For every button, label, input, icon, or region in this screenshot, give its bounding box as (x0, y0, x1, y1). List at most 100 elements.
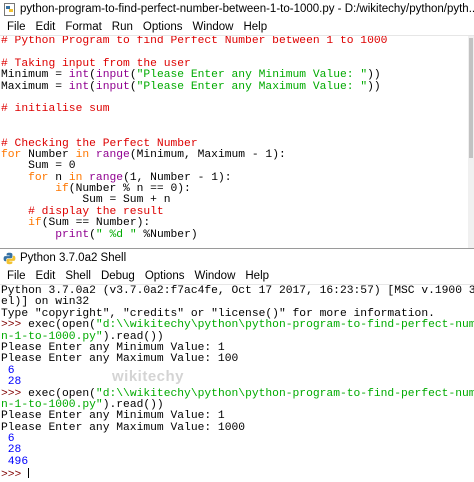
shell-code-token: "d:\\wikitechy\python\python-program-to-… (95, 319, 474, 332)
editor-title: python-program-to-find-perfect-number-be… (20, 3, 474, 15)
shell-code-token: >>> (1, 469, 29, 482)
editor-menu-file[interactable]: File (2, 21, 31, 33)
editor-code-token (89, 149, 96, 161)
shell-code-token: ).read()) (102, 398, 164, 411)
editor-code-line: print(" %d " %Number) (1, 228, 474, 241)
editor-code-line: # Python Program to find Perfect Number … (1, 36, 474, 47)
shell-code-line: 496 (1, 455, 474, 468)
shell-code-line: 28 (1, 445, 474, 456)
shell-code-token: Please Enter any Minimum Value: 1 (1, 410, 225, 423)
editor-code-token: )) (367, 69, 381, 82)
editor-code-token (1, 183, 55, 195)
editor-code-token: int (68, 80, 90, 93)
editor-code-token: in (75, 148, 90, 161)
editor-code-token: %Number) (136, 228, 198, 241)
editor-code-token (1, 229, 55, 241)
shell-code-token: 6 (1, 364, 15, 377)
editor-code-token: ( (129, 69, 137, 82)
shell-code-token: n-1-to-1000.py" (1, 398, 103, 411)
editor-scrollbar[interactable] (468, 36, 474, 248)
shell-code-token: "d:\\wikitechy\python\python-program-to-… (95, 387, 474, 400)
editor-code-token: # Checking the Perfect Number (1, 137, 198, 150)
editor-menu-run[interactable]: Run (107, 21, 138, 33)
shell-code-token: Please Enter any Minimum Value: 1 (1, 341, 225, 354)
shell-code-token: el)] on win32 (1, 296, 90, 309)
editor-code-token: input (95, 80, 130, 93)
editor-titlebar[interactable]: python-program-to-find-perfect-number-be… (0, 0, 474, 18)
editor-code-token: "Please Enter any Maximum Value: " (136, 80, 368, 93)
shell-window: Python 3.7.0a2 Shell File Edit Shell Debug O… (0, 249, 474, 482)
editor-menu-window[interactable]: Window (188, 21, 239, 33)
editor-code-token (1, 172, 28, 184)
shell-code-token: 496 (1, 455, 29, 468)
editor-scrollbar-thumb[interactable] (469, 38, 473, 158)
editor-code-token: if (55, 183, 69, 196)
text-cursor (28, 468, 30, 479)
shell-code-token: >>> (1, 319, 29, 332)
editor-menu-format[interactable]: Format (60, 21, 106, 33)
shell-menu-window[interactable]: Window (189, 270, 240, 282)
shell-titlebar[interactable]: Python 3.7.0a2 Shell (0, 249, 474, 267)
shell-code-token: Type "copyright", "credits" or "license(… (1, 307, 435, 320)
shell-code-token: 6 (1, 433, 15, 446)
shell-menubar: File Edit Shell Debug Options Window Help (0, 267, 474, 285)
editor-code-token: "Please Enter any Minimum Value: " (136, 69, 368, 82)
editor-code-token: n (48, 171, 69, 184)
editor-code-token: for (28, 171, 49, 184)
editor-code-token: in (68, 171, 83, 184)
editor-code-token: # initialise sum (1, 103, 110, 116)
shell-code-token: exec(open( (28, 319, 96, 332)
shell-code-token: exec(open( (28, 387, 96, 400)
editor-code-token: input (95, 69, 130, 82)
shell-code-token: Please Enter any Maximum Value: 100 (1, 353, 239, 366)
editor-code-token: )) (367, 80, 381, 93)
shell-code-token: 28 (1, 376, 22, 389)
shell-menu-shell[interactable]: Shell (60, 270, 96, 282)
editor-code-token: # Python Program to find Perfect Number … (1, 36, 388, 47)
shell-menu-options[interactable]: Options (140, 270, 190, 282)
editor-code-token: Sum = Sum + n (1, 194, 171, 207)
editor-code-token: for (1, 148, 22, 161)
editor-code-token (1, 217, 28, 229)
shell-menu-help[interactable]: Help (240, 270, 274, 282)
shell-code-line: 6 (1, 364, 474, 377)
editor-code-token: # display the result (1, 205, 164, 218)
editor-code-token: if (28, 217, 42, 230)
shell-menu-file[interactable]: File (2, 270, 31, 282)
shell-code-line: >>> (1, 468, 474, 482)
shell-code-line: Please Enter any Maximum Value: 100 (1, 354, 474, 365)
shell-code-token: ).read()) (102, 330, 164, 343)
editor-code-token: Number (21, 148, 76, 161)
editor-code-token: ( (129, 80, 137, 93)
editor-code-token: Maximum = (1, 80, 69, 93)
editor-code-token: # Taking input from the user (1, 57, 191, 70)
editor-code-line: Maximum = int(input("Please Enter any Ma… (1, 80, 474, 93)
editor-menubar: File Edit Format Run Options Window Help (0, 18, 474, 36)
editor-code-token: " %d " (95, 228, 137, 241)
editor-menu-help[interactable]: Help (238, 21, 272, 33)
shell-code-line: 6 (1, 433, 474, 446)
editor-code-token: int (68, 69, 90, 82)
python-logo-icon (3, 252, 16, 264)
editor-code-token: ( (89, 69, 96, 82)
editor-code-token: range (89, 171, 124, 184)
python-file-icon (4, 2, 15, 16)
shell-menu-edit[interactable]: Edit (31, 270, 61, 282)
shell-code-token: Please Enter any Maximum Value: 1000 (1, 421, 246, 434)
shell-menu-debug[interactable]: Debug (96, 270, 140, 282)
editor-code-token: (1, Number - 1): (123, 171, 232, 184)
shell-title: Python 3.7.0a2 Shell (20, 252, 127, 264)
editor-menu-options[interactable]: Options (138, 21, 188, 33)
editor-code-line: # initialise sum (1, 104, 474, 115)
shell-output-area[interactable]: Python 3.7.0a2 (v3.7.0a2:f7ac4fe, Oct 17… (0, 285, 474, 482)
editor-code-area[interactable]: # Python Program to find Perfect Number … (0, 36, 474, 248)
shell-code-token: n-1-to-1000.py" (1, 330, 103, 343)
editor-code-line (1, 116, 474, 127)
editor-window: python-program-to-find-perfect-number-be… (0, 0, 474, 249)
shell-code-token: Python 3.7.0a2 (v3.7.0a2:f7ac4fe, Oct 17… (1, 285, 474, 297)
shell-code-token: 28 (1, 444, 22, 457)
editor-menu-edit[interactable]: Edit (31, 21, 61, 33)
shell-code-token: >>> (1, 387, 29, 400)
editor-code-token: ( (89, 228, 96, 241)
shell-code-line: Please Enter any Maximum Value: 1000 (1, 421, 474, 434)
